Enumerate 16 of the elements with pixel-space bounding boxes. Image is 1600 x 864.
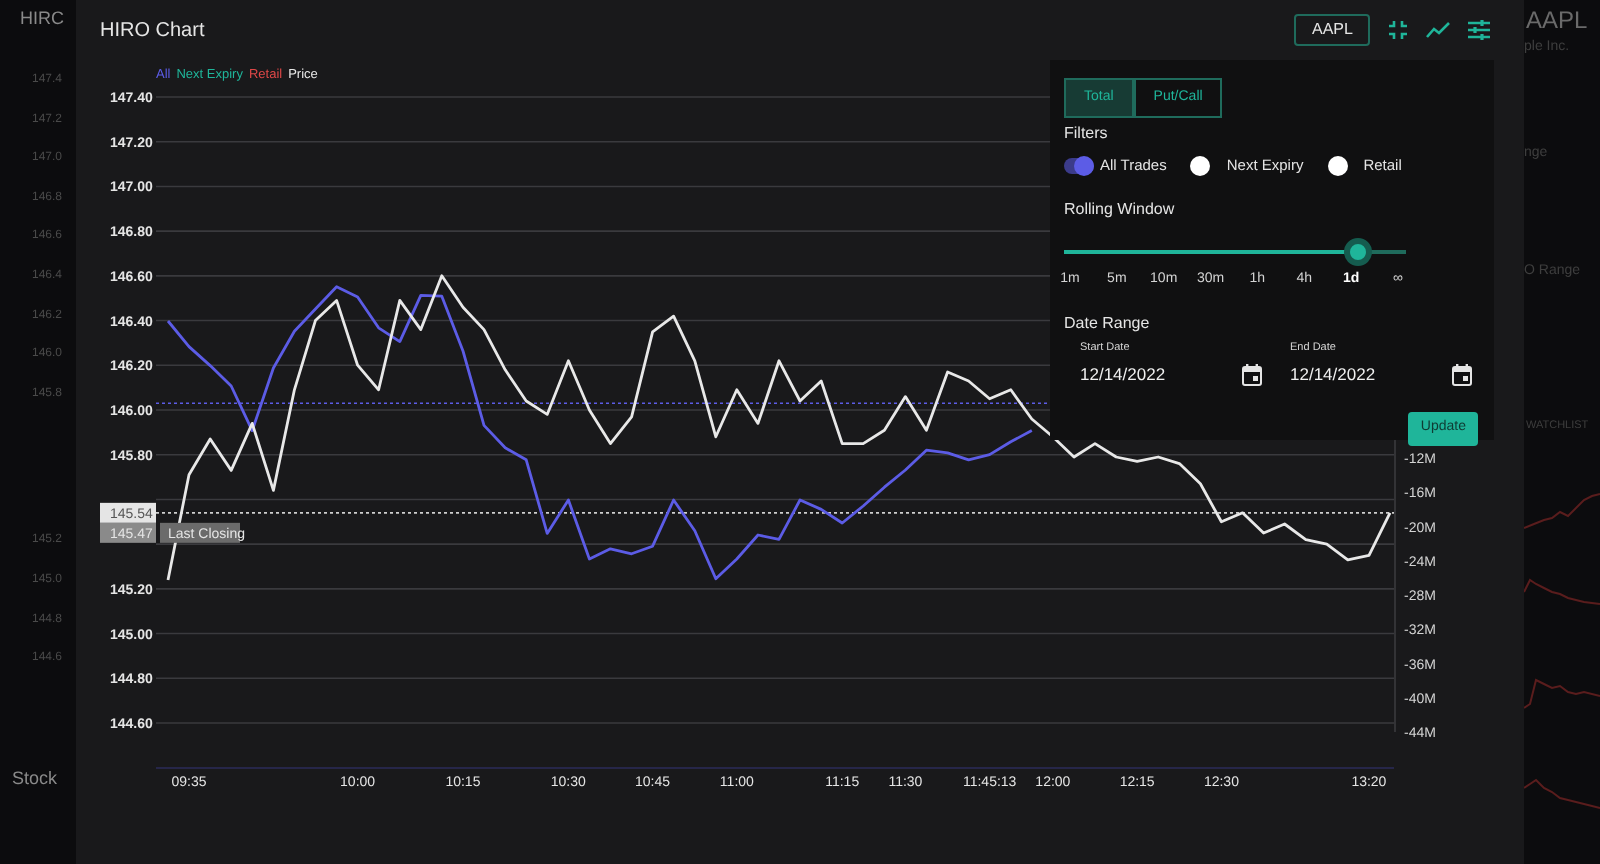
toggle-switch[interactable] [1064, 157, 1094, 174]
section-title: Date Range [1064, 311, 1152, 336]
focus-icon[interactable] [1388, 20, 1409, 40]
window-title: HIRO Chart [100, 18, 205, 46]
trend-line-icon[interactable] [1426, 22, 1451, 38]
section-title: Filters [1064, 122, 1110, 146]
section-title: Rolling Window [1064, 198, 1177, 223]
sliders-icon[interactable] [1468, 20, 1491, 40]
date-field[interactable]: 12/14/2022 [1290, 362, 1480, 388]
symbol-button[interactable]: AAPL [1294, 14, 1371, 46]
date-field[interactable]: 12/14/2022 [1080, 362, 1270, 388]
background-ticker: AAPL [1526, 4, 1588, 38]
calendar-icon[interactable] [1452, 363, 1472, 386]
background-title: HIRC [20, 6, 64, 32]
calendar-icon[interactable] [1242, 363, 1262, 386]
background-heading: Stock [12, 766, 58, 792]
